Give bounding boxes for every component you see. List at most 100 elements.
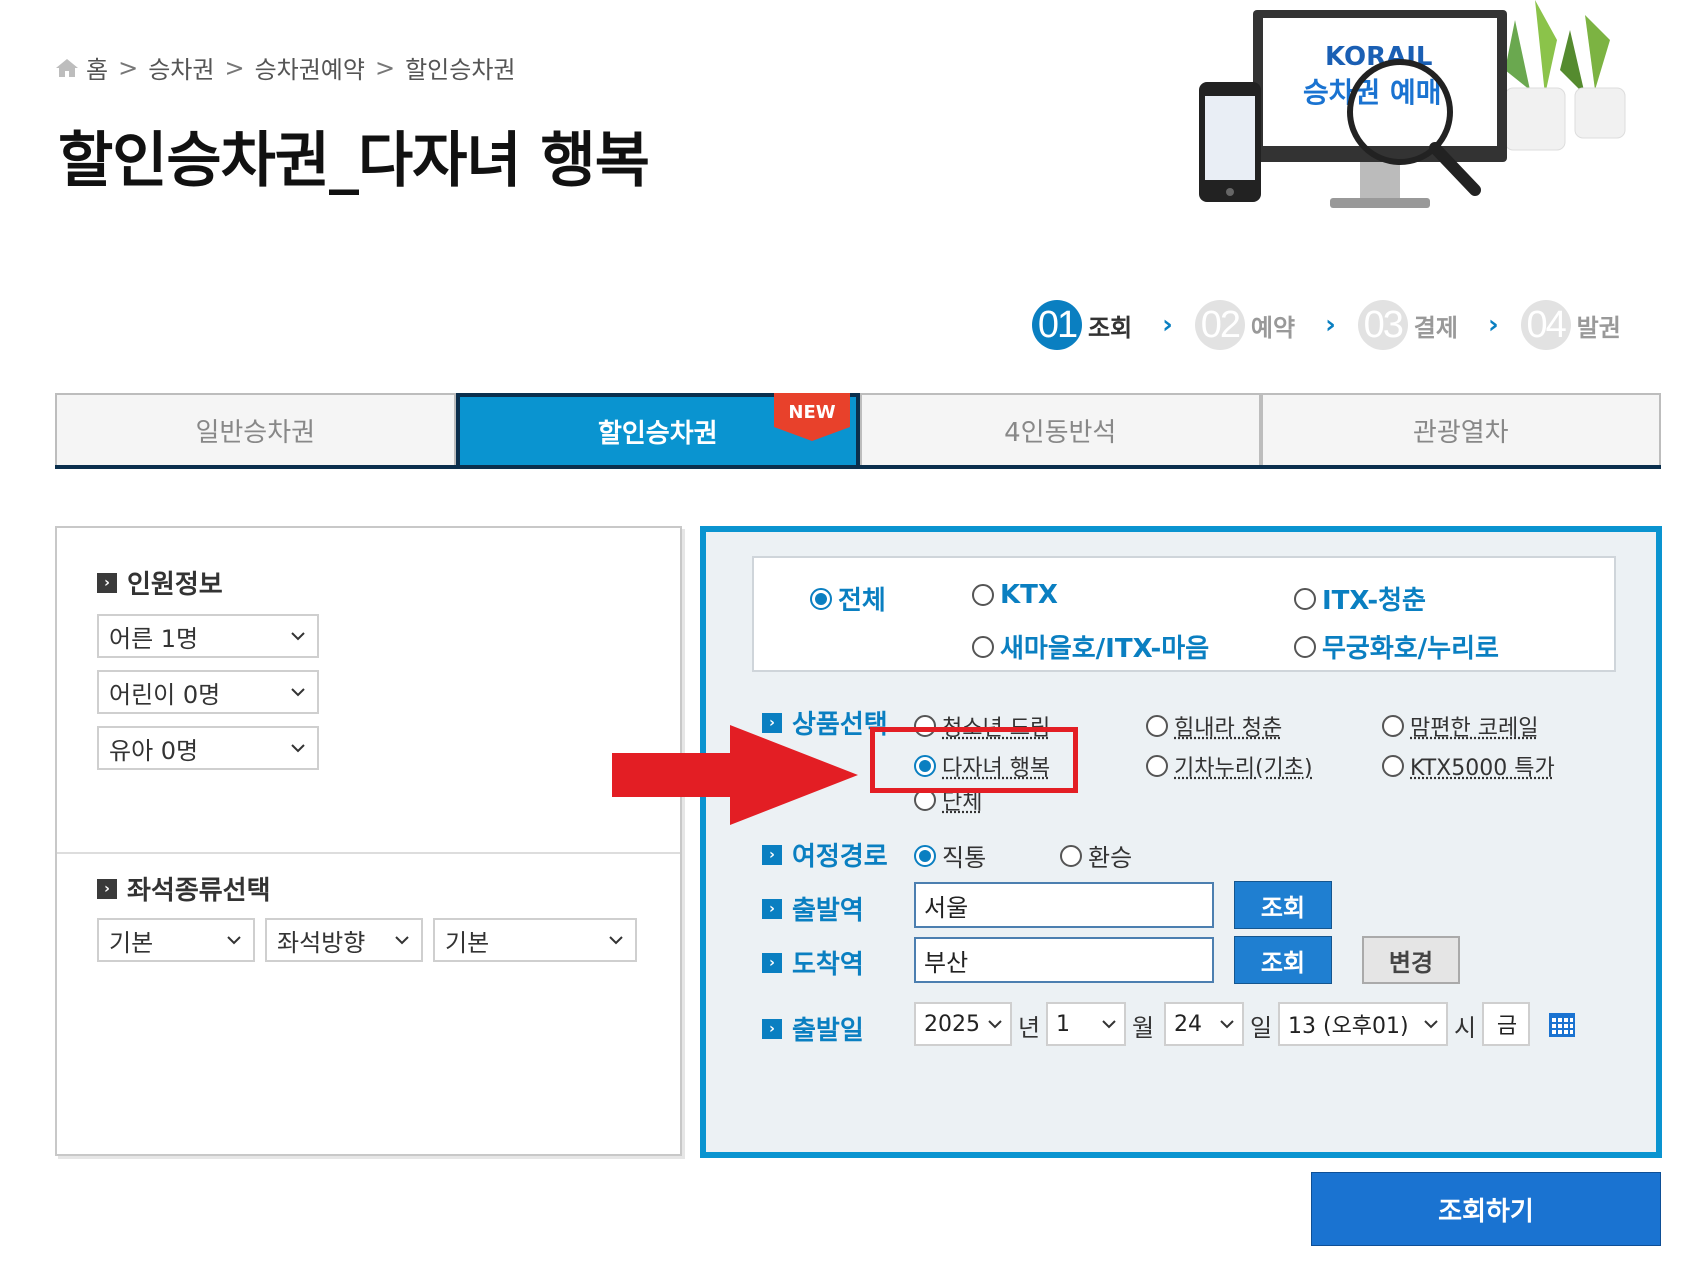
tab-label: 할인승차권: [597, 418, 718, 449]
chevron-down-icon: [1424, 1020, 1438, 1029]
step-number: 02: [1194, 300, 1245, 350]
radio[interactable]: [1382, 755, 1404, 777]
radio[interactable]: [1146, 755, 1168, 777]
month-unit: 월: [1132, 1014, 1155, 1042]
train-type-ktx-label: KTX: [1000, 580, 1058, 610]
radio[interactable]: [1294, 635, 1316, 658]
product-cheer-up[interactable]: 힘내라 청춘: [1146, 710, 1282, 742]
radio[interactable]: [1146, 715, 1168, 737]
hour-select[interactable]: 13 (오후01): [1278, 1002, 1448, 1046]
breadcrumb-item-reservation[interactable]: 승차권예약: [255, 50, 365, 85]
chevron-right-square-icon: ›: [762, 844, 782, 865]
product-ktx5000-label: KTX5000 특가: [1410, 756, 1555, 781]
train-type-ktx[interactable]: KTX: [972, 580, 1058, 610]
route-direct-label: 직통: [942, 844, 987, 872]
step-number: 01: [1032, 300, 1082, 350]
train-type-mugunghwa-label: 무궁화호/누리로: [1322, 634, 1499, 664]
radio[interactable]: [972, 635, 994, 658]
seat-type-select[interactable]: 기본: [97, 918, 255, 962]
day-select[interactable]: 24: [1164, 1002, 1244, 1046]
step-number: 03: [1357, 300, 1408, 350]
tab-general-ticket[interactable]: 일반승차권: [55, 393, 456, 465]
calendar-icon[interactable]: [1548, 1010, 1576, 1038]
seat-heading-label: 좌석종류선택: [127, 876, 271, 906]
chevron-down-icon: [988, 1020, 1002, 1029]
chevron-down-icon: [227, 936, 241, 945]
departure-lookup-button[interactable]: 조회: [1234, 881, 1332, 929]
seat-type-value: 기본: [109, 928, 154, 957]
tab-four-person-seat[interactable]: 4인동반석: [860, 393, 1261, 465]
month-value: 1: [1056, 1011, 1070, 1037]
route-transfer[interactable]: 환승: [1060, 838, 1132, 873]
breadcrumb-item-home[interactable]: 홈: [86, 50, 108, 85]
departure-label: › 출발역: [762, 890, 864, 927]
chevron-right-icon: ›: [1325, 310, 1336, 340]
train-type-all[interactable]: 전체: [810, 580, 886, 617]
radio[interactable]: [972, 584, 994, 606]
breadcrumb-separator: >: [224, 53, 245, 82]
annotation-arrow: [612, 725, 858, 825]
new-badge: NEW: [774, 393, 850, 441]
product-gicha-nuri[interactable]: 기차누리(기초): [1146, 750, 1313, 782]
passenger-heading-label: 인원정보: [127, 570, 223, 600]
radio[interactable]: [1060, 844, 1082, 867]
departure-station-input[interactable]: 서울: [914, 882, 1214, 928]
home-icon[interactable]: [54, 57, 80, 79]
chevron-right-square-icon: ›: [762, 1018, 782, 1039]
search-conditions-panel: 전체 KTX ITX-청춘 새마을호/ITX-마음 무궁화호/누리로 › 상품선…: [700, 526, 1662, 1158]
seat-extra-value: 기본: [445, 928, 490, 957]
weekday-display: 금: [1482, 1002, 1530, 1046]
step-label: 조회: [1088, 313, 1133, 342]
breadcrumb-separator: >: [118, 53, 139, 82]
breadcrumb-item-discount[interactable]: 할인승차권: [405, 50, 515, 85]
search-button[interactable]: 조회하기: [1311, 1172, 1661, 1246]
seat-direction-value: 좌석방향: [277, 928, 366, 957]
year-unit: 년: [1018, 1014, 1041, 1042]
seat-extra-select[interactable]: 기본: [433, 918, 637, 962]
page-title: 할인승차권_다자녀 행복: [58, 126, 650, 196]
train-type-saemaeul[interactable]: 새마을호/ITX-마음: [972, 628, 1209, 665]
adult-count-select[interactable]: 어른 1명: [97, 614, 319, 658]
chevron-down-icon: [1102, 1020, 1116, 1029]
date-label: › 출발일: [762, 1010, 864, 1047]
route-direct[interactable]: 직통: [914, 838, 986, 873]
adult-count-value: 어른 1명: [109, 624, 199, 653]
step-label: 예약: [1250, 313, 1296, 342]
tab-tourist-train[interactable]: 관광열차: [1260, 393, 1661, 465]
breadcrumb-item-ticket[interactable]: 승차권: [148, 50, 214, 85]
train-type-box: 전체 KTX ITX-청춘 새마을호/ITX-마음 무궁화호/누리로: [752, 556, 1616, 672]
year-select[interactable]: 2025: [914, 1002, 1012, 1046]
infant-count-value: 유아 0명: [109, 736, 199, 765]
step-issue: 04 발권: [1520, 300, 1621, 350]
product-comfort-label: 맘편한 코레일: [1410, 716, 1539, 741]
chevron-right-icon: ›: [1487, 310, 1499, 340]
train-type-itx-cheongchun[interactable]: ITX-청춘: [1294, 580, 1426, 617]
child-count-select[interactable]: 어린이 0명: [97, 670, 319, 714]
hour-value: 13 (오후01): [1288, 1014, 1409, 1039]
illustration-caption: 승차권 예매: [1303, 76, 1442, 109]
seat-direction-select[interactable]: 좌석방향: [265, 918, 423, 962]
tab-discount-ticket[interactable]: 할인승차권 NEW: [455, 393, 860, 465]
product-ktx5000[interactable]: KTX5000 특가: [1382, 750, 1555, 782]
chevron-down-icon: [291, 744, 305, 753]
infant-count-select[interactable]: 유아 0명: [97, 726, 319, 770]
step-label: 발권: [1576, 313, 1621, 342]
arrival-station-input[interactable]: 부산: [914, 937, 1214, 983]
month-select[interactable]: 1: [1046, 1002, 1126, 1046]
chevron-down-icon: [395, 936, 409, 945]
radio-selected[interactable]: [914, 844, 936, 867]
train-type-itx-label: ITX-청춘: [1322, 586, 1426, 616]
product-comfort[interactable]: 맘편한 코레일: [1382, 710, 1538, 742]
hour-unit: 시: [1454, 1014, 1477, 1042]
train-type-mugunghwa[interactable]: 무궁화호/누리로: [1294, 628, 1499, 665]
annotation-highlight-box: [870, 727, 1078, 793]
radio[interactable]: [1294, 587, 1316, 610]
swap-stations-button[interactable]: 변경: [1362, 936, 1460, 984]
radio-selected[interactable]: [810, 587, 832, 610]
route-label: › 여정경로: [762, 836, 888, 873]
arrival-label-text: 도착역: [792, 950, 864, 980]
arrival-lookup-button[interactable]: 조회: [1234, 936, 1332, 984]
radio[interactable]: [1382, 715, 1404, 737]
chevron-right-square-icon: ›: [762, 898, 782, 919]
route-label-text: 여정경로: [792, 842, 888, 872]
